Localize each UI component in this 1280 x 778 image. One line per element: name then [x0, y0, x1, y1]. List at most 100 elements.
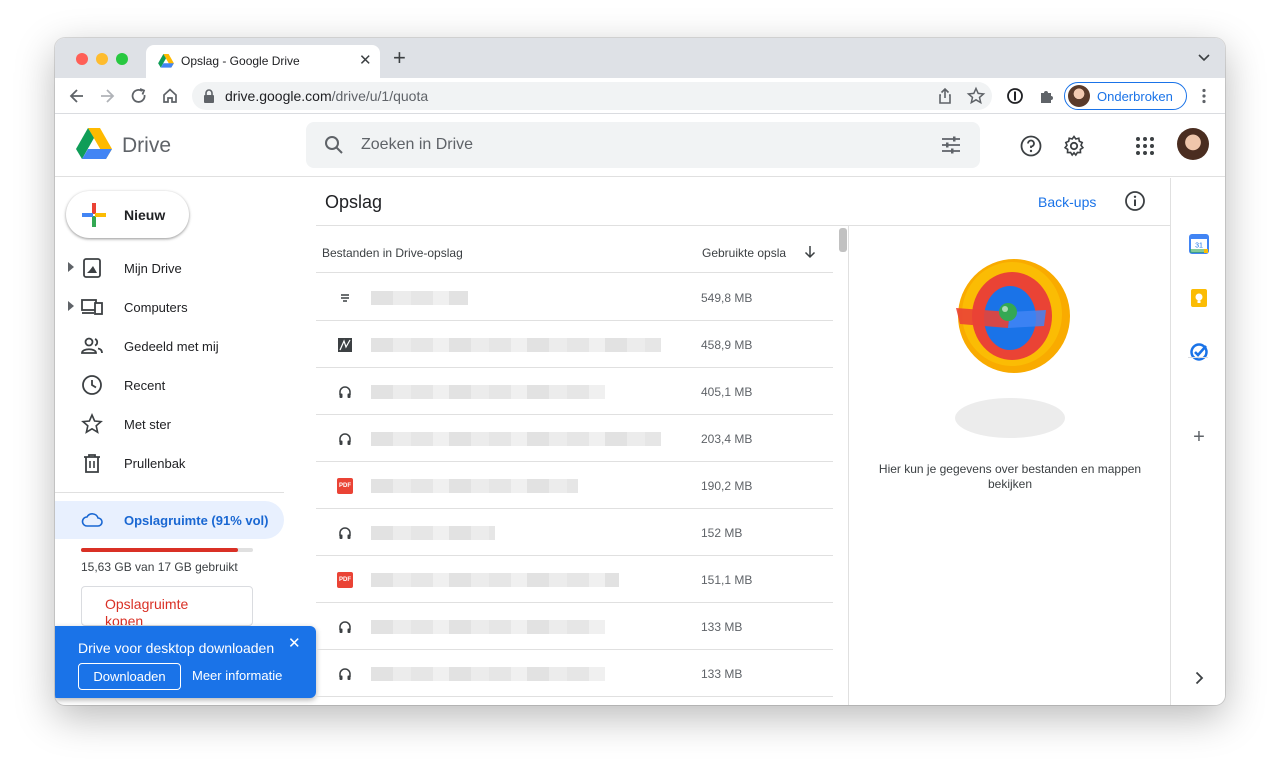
- column-header-name[interactable]: Bestanden in Drive-opslag: [322, 246, 463, 260]
- table-row[interactable]: 203,4 MB: [316, 415, 833, 462]
- calendar-day: 31: [1195, 243, 1203, 250]
- table-row[interactable]: 549,8 MB: [316, 274, 833, 321]
- details-illustration-shadow: [955, 398, 1065, 438]
- sheet-icon: [337, 290, 353, 306]
- bookmark-star-icon[interactable]: [966, 86, 986, 106]
- audio-icon: [337, 431, 353, 447]
- sidebar-divider: [55, 492, 284, 493]
- app-name[interactable]: Drive: [122, 134, 171, 158]
- download-button[interactable]: Downloaden: [78, 663, 181, 690]
- tab-strip: Opslag - Google Drive ✕ +: [55, 38, 1225, 78]
- chevron-right-icon[interactable]: [1189, 668, 1209, 688]
- url-path: /drive/u/1/quota: [331, 88, 429, 104]
- password-extension-icon[interactable]: [1005, 86, 1025, 106]
- redacted-file-name: [371, 479, 578, 493]
- close-banner-icon[interactable]: ✕: [288, 634, 301, 652]
- image-icon: [337, 337, 353, 353]
- file-size: 133 MB: [701, 667, 743, 681]
- sidebar-item-label: Mijn Drive: [124, 261, 182, 276]
- main-content: Opslag Back-ups Bestanden in Drive-opsla…: [316, 178, 1170, 705]
- tasks-icon[interactable]: [1189, 342, 1209, 362]
- share-icon[interactable]: [935, 86, 955, 106]
- home-icon[interactable]: [160, 86, 180, 106]
- drive-logo-icon[interactable]: [76, 127, 112, 161]
- sidebar-item-label: Met ster: [124, 417, 171, 432]
- scrollbar-thumb[interactable]: [839, 228, 847, 252]
- table-row[interactable]: 405,1 MB: [316, 368, 833, 415]
- table-row[interactable]: PDF 190,2 MB: [316, 462, 833, 509]
- lock-icon[interactable]: [203, 89, 215, 103]
- pdf-icon: PDF: [337, 572, 353, 588]
- new-tab-button[interactable]: +: [393, 47, 406, 69]
- help-icon[interactable]: [1019, 134, 1043, 158]
- table-row[interactable]: 133 MB: [316, 650, 833, 697]
- keep-icon[interactable]: [1189, 288, 1209, 308]
- profile-label: Onderbroken: [1097, 89, 1173, 104]
- sidebar-item-recent[interactable]: Recent: [55, 370, 285, 400]
- buy-storage-button[interactable]: Opslagruimte kopen: [81, 586, 253, 626]
- profile-avatar: [1068, 85, 1090, 107]
- search-options-icon[interactable]: [940, 135, 962, 155]
- table-row[interactable]: 152 MB: [316, 509, 833, 556]
- back-arrow-icon[interactable]: [67, 86, 87, 106]
- sidebar-item-my-drive[interactable]: Mijn Drive: [55, 253, 285, 283]
- forward-arrow-icon[interactable]: [97, 86, 117, 106]
- maximize-window-button[interactable]: [116, 53, 128, 65]
- more-info-link[interactable]: Meer informatie: [192, 668, 282, 683]
- sort-down-arrow-icon[interactable]: [803, 245, 817, 259]
- sidebar-item-computers[interactable]: Computers: [55, 292, 285, 322]
- sidebar-item-trash[interactable]: Prullenbak: [55, 448, 285, 478]
- add-addon-icon[interactable]: +: [1189, 427, 1209, 447]
- expand-arrow-icon[interactable]: [67, 262, 75, 272]
- address-bar[interactable]: drive.google.com/drive/u/1/quota: [192, 82, 992, 110]
- banner-title: Drive voor desktop downloaden: [78, 640, 275, 656]
- sidebar-item-label: Recent: [124, 378, 166, 393]
- close-tab-icon[interactable]: ✕: [359, 51, 372, 69]
- table-row[interactable]: PDF 151,1 MB: [316, 556, 833, 603]
- calendar-icon[interactable]: 31: [1189, 234, 1209, 254]
- settings-gear-icon[interactable]: [1062, 134, 1086, 158]
- redacted-file-name: [371, 385, 605, 399]
- storage-usage-text: 15,63 GB van 17 GB gebruikt: [81, 560, 238, 574]
- file-size: 405,1 MB: [701, 385, 753, 399]
- drive-header: Drive: [55, 115, 1225, 177]
- extensions-puzzle-icon[interactable]: [1037, 86, 1057, 106]
- profile-button[interactable]: Onderbroken: [1064, 82, 1187, 110]
- account-avatar[interactable]: [1177, 128, 1209, 160]
- sidebar-item-shared[interactable]: Gedeeld met mij: [55, 331, 285, 361]
- clock-icon: [82, 375, 102, 395]
- sidebar-item-storage[interactable]: Opslagruimte (91% vol): [55, 501, 284, 539]
- minimize-window-button[interactable]: [96, 53, 108, 65]
- sidebar-item-label: Computers: [124, 300, 188, 315]
- new-button[interactable]: Nieuw: [66, 191, 189, 238]
- pdf-badge: PDF: [337, 572, 353, 588]
- info-icon[interactable]: [1124, 190, 1146, 212]
- close-window-button[interactable]: [76, 53, 88, 65]
- file-size: 203,4 MB: [701, 432, 753, 446]
- table-row[interactable]: 458,9 MB: [316, 321, 833, 368]
- pdf-icon: PDF: [337, 478, 353, 494]
- search-icon[interactable]: [324, 135, 344, 155]
- backups-link[interactable]: Back-ups: [1038, 194, 1096, 210]
- file-size: 458,9 MB: [701, 338, 753, 352]
- people-icon: [81, 337, 103, 354]
- column-header-size[interactable]: Gebruikte opsla: [702, 246, 786, 260]
- redacted-file-name: [371, 338, 661, 352]
- tab-search-chevron-icon[interactable]: [1197, 50, 1211, 64]
- browser-menu-icon[interactable]: [1194, 86, 1214, 106]
- sidebar-item-starred[interactable]: Met ster: [55, 409, 285, 439]
- redacted-file-name: [371, 620, 605, 634]
- apps-grid-icon[interactable]: [1133, 134, 1157, 158]
- star-icon: [81, 413, 103, 434]
- expand-arrow-icon[interactable]: [67, 301, 75, 311]
- redacted-file-name: [371, 573, 619, 587]
- computer-icon: [81, 299, 103, 315]
- browser-window: Opslag - Google Drive ✕ + drive.google.c…: [55, 38, 1225, 705]
- audio-icon: [337, 384, 353, 400]
- browser-tab[interactable]: Opslag - Google Drive ✕: [146, 45, 380, 78]
- table-row[interactable]: 133 MB: [316, 603, 833, 650]
- browser-toolbar: drive.google.com/drive/u/1/quota Onderbr…: [55, 78, 1225, 114]
- sidebar-item-label: Prullenbak: [124, 456, 186, 471]
- search-input[interactable]: [361, 122, 921, 168]
- reload-icon[interactable]: [129, 86, 149, 106]
